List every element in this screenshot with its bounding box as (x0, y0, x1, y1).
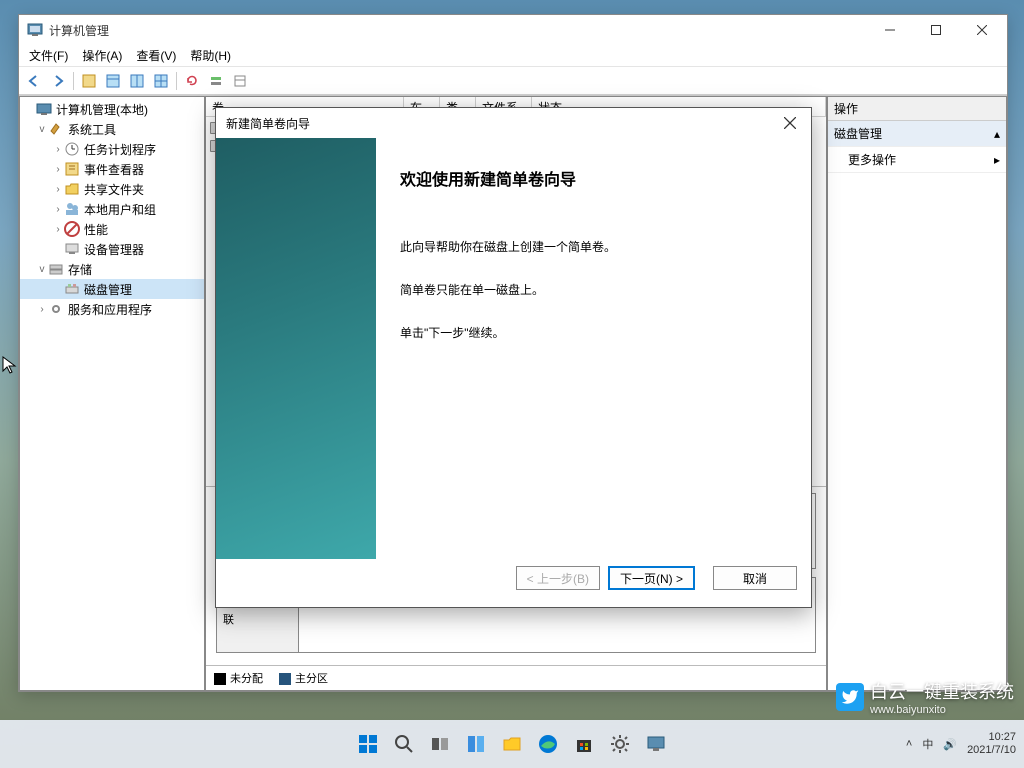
legend: 未分配 主分区 (206, 665, 826, 690)
settings-button[interactable] (606, 730, 634, 758)
actions-more[interactable]: 更多操作 ▸ (828, 147, 1006, 173)
minimize-button[interactable] (867, 15, 913, 45)
clock-time[interactable]: 10:27 (967, 731, 1016, 744)
toolbar-btn-2[interactable] (102, 70, 124, 92)
toolbar-btn-4[interactable] (150, 70, 172, 92)
wizard-buttons: < 上一步(B) 下一页(N) > 取消 (216, 559, 811, 607)
actions-diskmgmt[interactable]: 磁盘管理 ▴ (828, 121, 1006, 147)
toolbar-btn-3[interactable] (126, 70, 148, 92)
explorer-button[interactable] (498, 730, 526, 758)
tree-taskscheduler[interactable]: ›任务计划程序 (20, 139, 204, 159)
close-button[interactable] (959, 15, 1005, 45)
menu-view[interactable]: 查看(V) (130, 45, 182, 66)
tree-sharedfolders[interactable]: ›共享文件夹 (20, 179, 204, 199)
menubar: 文件(F) 操作(A) 查看(V) 帮助(H) (19, 45, 1007, 67)
app-icon (27, 22, 43, 38)
wizard-sidebar-graphic (216, 138, 376, 559)
store-button[interactable] (570, 730, 598, 758)
wizard-text-3: 单击"下一步"继续。 (400, 324, 787, 343)
wizard-close-button[interactable] (773, 110, 807, 136)
wizard-titlebar: 新建简单卷向导 (216, 108, 811, 138)
start-button[interactable] (354, 730, 382, 758)
forward-button[interactable] (47, 70, 69, 92)
cursor-icon (2, 356, 18, 376)
maximize-button[interactable] (913, 15, 959, 45)
tree-devicemgr[interactable]: 设备管理器 (20, 239, 204, 259)
edge-button[interactable] (534, 730, 562, 758)
window-title: 计算机管理 (49, 22, 867, 39)
wizard-next-button[interactable]: 下一页(N) > (608, 566, 695, 590)
collapse-icon: ▴ (994, 127, 1000, 141)
tree-localusers[interactable]: ›本地用户和组 (20, 199, 204, 219)
titlebar: 计算机管理 (19, 15, 1007, 45)
tray-icon[interactable]: 🔊 (943, 738, 957, 751)
search-button[interactable] (390, 730, 418, 758)
tree-storage[interactable]: v存储 (20, 259, 204, 279)
taskbar[interactable]: ˄ 中 🔊 10:27 2021/7/10 (0, 720, 1024, 768)
compmgmt-button[interactable] (642, 730, 670, 758)
back-button[interactable] (23, 70, 45, 92)
wizard-text-1: 此向导帮助你在磁盘上创建一个简单卷。 (400, 238, 787, 257)
tree-root[interactable]: 计算机管理(本地) (20, 99, 204, 119)
wizard-heading: 欢迎使用新建简单卷向导 (400, 166, 787, 190)
refresh-button[interactable] (181, 70, 203, 92)
menu-action[interactable]: 操作(A) (76, 45, 128, 66)
tree-pane[interactable]: 计算机管理(本地) v系统工具 ›任务计划程序 ›事件查看器 ›共享文件夹 ›本… (19, 96, 205, 691)
tree-performance[interactable]: ›性能 (20, 219, 204, 239)
watermark: 白云一键重装系统 www.baiyunxito (836, 678, 1014, 716)
menu-help[interactable]: 帮助(H) (184, 45, 237, 66)
toolbar-btn-7[interactable] (229, 70, 251, 92)
tree-eventviewer[interactable]: ›事件查看器 (20, 159, 204, 179)
wizard-cancel-button[interactable]: 取消 (713, 566, 797, 590)
ime-icon[interactable]: 中 (922, 736, 933, 752)
toolbar (19, 67, 1007, 95)
clock-date[interactable]: 2021/7/10 (967, 744, 1016, 757)
taskbar-apps (354, 730, 670, 758)
taskview-button[interactable] (426, 730, 454, 758)
watermark-logo-icon (836, 683, 864, 711)
tree-diskmgmt[interactable]: 磁盘管理 (20, 279, 204, 299)
toolbar-btn-6[interactable] (205, 70, 227, 92)
wizard-title: 新建简单卷向导 (226, 115, 773, 132)
system-tray[interactable]: ˄ 中 🔊 10:27 2021/7/10 (906, 731, 1016, 757)
tree-services[interactable]: ›服务和应用程序 (20, 299, 204, 319)
wizard-content: 欢迎使用新建简单卷向导 此向导帮助你在磁盘上创建一个简单卷。 简单卷只能在单一磁… (376, 138, 811, 559)
wizard-text-2: 简单卷只能在单一磁盘上。 (400, 281, 787, 300)
toolbar-btn-1[interactable] (78, 70, 100, 92)
actions-header: 操作 (828, 97, 1006, 121)
chevron-right-icon: ▸ (994, 153, 1000, 167)
widgets-button[interactable] (462, 730, 490, 758)
chevron-up-icon[interactable]: ˄ (906, 738, 912, 750)
new-simple-volume-wizard: 新建简单卷向导 欢迎使用新建简单卷向导 此向导帮助你在磁盘上创建一个简单卷。 简… (215, 107, 812, 608)
wizard-back-button: < 上一步(B) (516, 566, 600, 590)
actions-pane: 操作 磁盘管理 ▴ 更多操作 ▸ (827, 96, 1007, 691)
menu-file[interactable]: 文件(F) (23, 45, 74, 66)
tree-systools[interactable]: v系统工具 (20, 119, 204, 139)
